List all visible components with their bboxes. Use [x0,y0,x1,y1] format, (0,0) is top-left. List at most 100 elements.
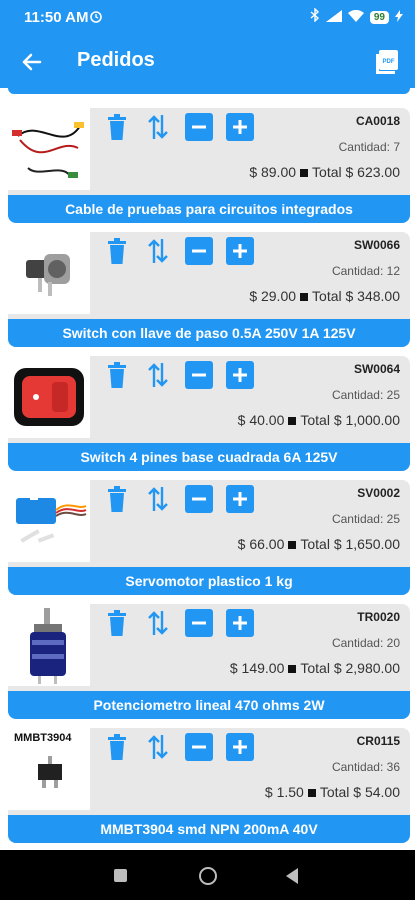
product-code: SW0066 [353,238,400,252]
product-name: Switch 4 pines base cuadrada 6A 125V [8,443,410,471]
trash-icon[interactable] [103,733,131,761]
minus-icon[interactable] [185,237,213,265]
price-line: $ 40.00 Total $ 1,000.00 [238,412,400,428]
trash-icon[interactable] [103,237,131,265]
system-nav-bar [0,850,415,900]
product-quantity: Cantidad: 25 [331,388,400,402]
product-quantity: Cantidad: 36 [331,760,400,774]
price-line: $ 1.50 Total $ 54.00 [265,784,400,800]
status-time: 11:50 AM [24,9,89,26]
signal-icon [325,9,342,27]
unit-price: $ 89.00 [249,164,297,180]
swap-vertical-icon[interactable] [144,361,172,389]
status-bar: 11:50 AM 99 [0,0,415,36]
page-title: Pedidos [77,49,155,71]
total-price: Total $ 1,000.00 [300,412,400,428]
separator [288,540,297,549]
trash-icon[interactable] [103,113,131,141]
product-card: SV0002 Cantidad: 25 $ 66.00 Total $ 1,650… [8,480,410,595]
trash-icon[interactable] [103,361,131,389]
unit-price: $ 149.00 [229,660,285,676]
total-price: Total $ 1,650.00 [300,536,400,552]
nav-back-icon[interactable] [286,868,298,884]
trash-icon[interactable] [103,609,131,637]
svg-text:PDF: PDF [383,59,395,65]
minus-icon[interactable] [185,361,213,389]
total-price: Total $ 348.00 [312,288,400,304]
item-actions [103,609,254,637]
product-card: SW0064 Cantidad: 25 $ 40.00 Total $ 1,000… [8,356,410,471]
unit-price: $ 29.00 [249,288,297,304]
total-price: Total $ 2,980.00 [300,660,400,676]
swap-vertical-icon[interactable] [144,113,172,141]
product-image [8,604,90,686]
separator [307,788,316,797]
separator [288,416,297,425]
swap-vertical-icon[interactable] [144,609,172,637]
product-quantity: Cantidad: 7 [338,140,400,154]
unit-price: $ 66.00 [237,536,285,552]
product-code: SW0064 [353,362,400,376]
product-card: SW0066 Cantidad: 12 $ 29.00 Total $ 348.0… [8,232,410,347]
item-actions [103,733,254,761]
plus-icon[interactable] [226,237,254,265]
unit-price: $ 1.50 [264,784,304,800]
product-image [8,108,90,190]
product-image-label: MMBT3904 [14,732,72,744]
product-name: Switch con llave de paso 0.5A 250V 1A 12… [8,319,410,347]
home-icon[interactable] [199,867,217,885]
separator [288,664,297,673]
product-card: CA0018 Cantidad: 7 $ 89.00 Total $ 623.00… [8,108,410,223]
separator [300,168,309,177]
product-code: CR0115 [356,734,400,748]
product-name: Servomotor plastico 1 kg [8,567,410,595]
minus-icon[interactable] [185,733,213,761]
swap-vertical-icon[interactable] [144,485,172,513]
product-image: MMBT3904 [8,728,90,810]
product-name: MMBT3904 smd NPN 200mA 40V [8,815,410,843]
minus-icon[interactable] [185,485,213,513]
minus-icon[interactable] [185,609,213,637]
status-icons: 99 [310,7,403,27]
total-price: Total $ 54.00 [319,784,400,800]
item-actions [103,237,254,265]
price-line: $ 89.00 Total $ 623.00 [249,164,400,180]
recents-icon[interactable] [114,869,127,882]
product-code: TR0020 [357,610,400,624]
plus-icon[interactable] [226,361,254,389]
product-image [8,480,90,562]
trash-icon[interactable] [103,485,131,513]
plus-icon[interactable] [226,609,254,637]
product-image [8,356,90,438]
product-quantity: Cantidad: 20 [331,636,400,650]
total-price: Total $ 623.00 [312,164,400,180]
alarm-icon [88,8,104,29]
price-line: $ 66.00 Total $ 1,650.00 [238,536,400,552]
wifi-icon [347,9,364,27]
battery-level: 99 [369,11,389,24]
app-bar: Pedidos PDF [0,36,415,88]
product-quantity: Cantidad: 12 [331,264,400,278]
product-card: TR0020 Cantidad: 20 $ 149.00 Total $ 2,98… [8,604,410,719]
product-name: Potenciometro lineal 470 ohms 2W [8,691,410,719]
product-quantity: Cantidad: 25 [331,512,400,526]
swap-vertical-icon[interactable] [144,733,172,761]
product-image [8,232,90,314]
price-line: $ 29.00 Total $ 348.00 [249,288,400,304]
swap-vertical-icon[interactable] [144,237,172,265]
product-name: Cable de pruebas para circuitos integrad… [8,195,410,223]
plus-icon[interactable] [226,485,254,513]
item-actions [103,113,254,141]
price-line: $ 149.00 Total $ 2,980.00 [230,660,400,676]
plus-icon[interactable] [226,733,254,761]
product-list[interactable]: CA0018 Cantidad: 7 $ 89.00 Total $ 623.00… [0,88,415,850]
separator [300,292,309,301]
plus-icon[interactable] [226,113,254,141]
back-arrow-icon[interactable] [18,48,46,76]
previous-card-partial [8,88,410,94]
item-actions [103,485,254,513]
product-code: SV0002 [357,486,400,500]
pdf-icon[interactable]: PDF [375,49,399,75]
minus-icon[interactable] [185,113,213,141]
bluetooth-icon [310,7,320,27]
